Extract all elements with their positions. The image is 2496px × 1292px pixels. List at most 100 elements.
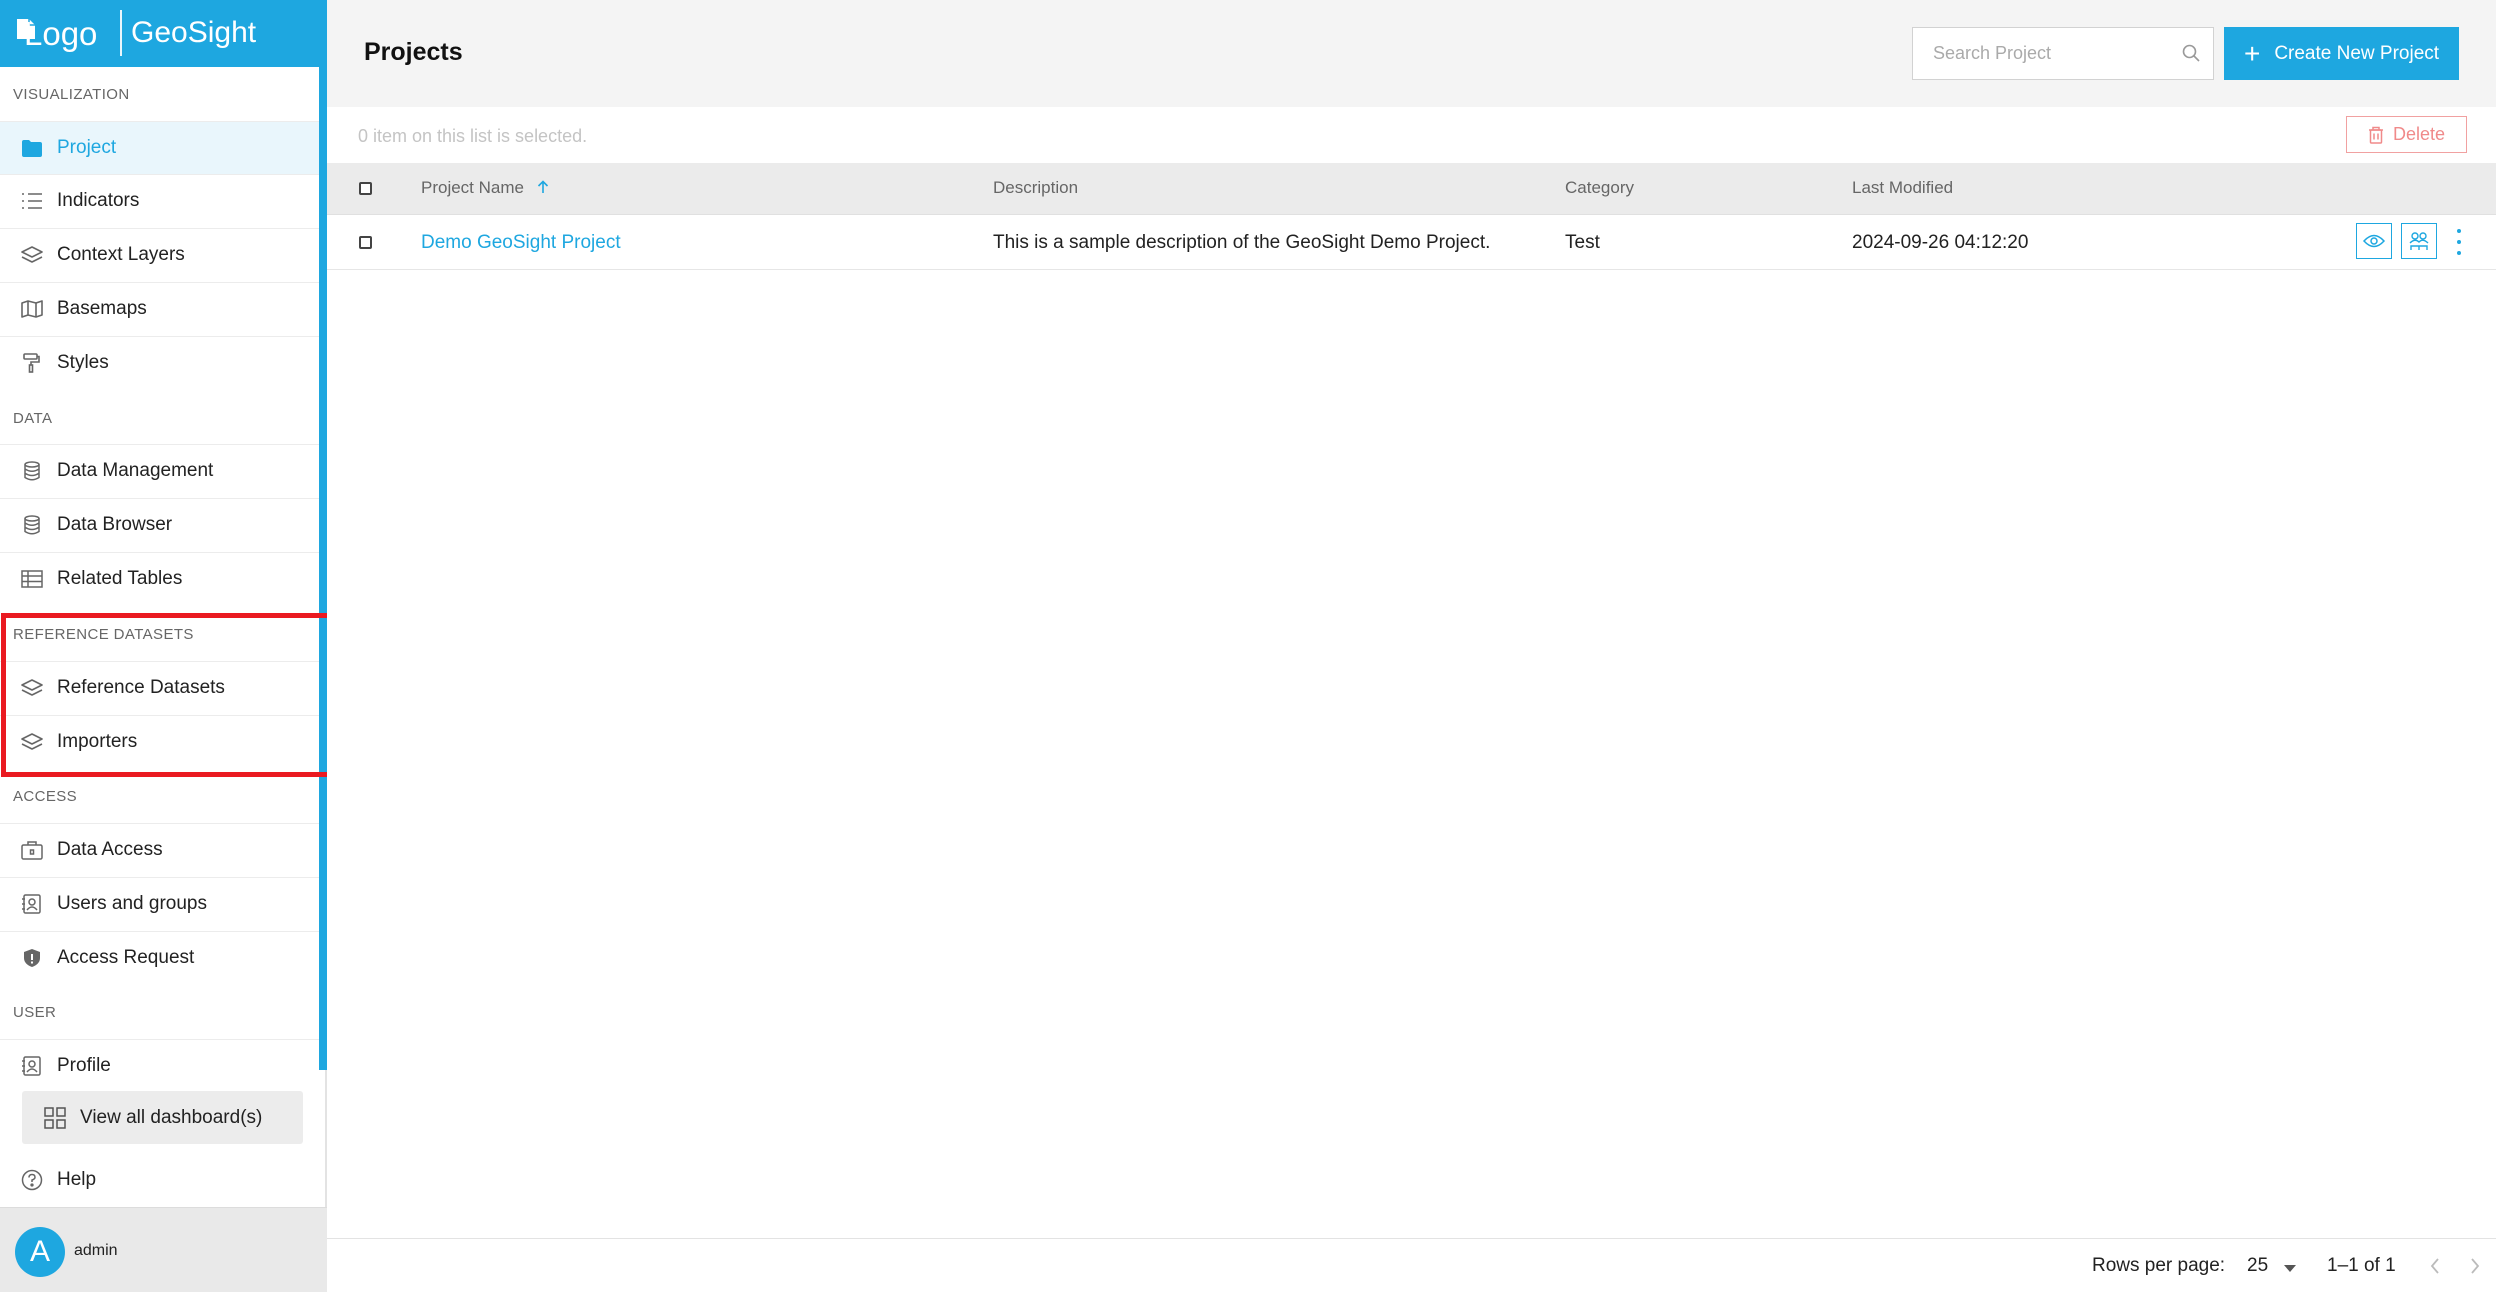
user-bar[interactable]: A admin (0, 1207, 327, 1292)
paint-roller-icon (21, 352, 43, 374)
folder-icon (21, 137, 43, 159)
shield-icon (21, 947, 43, 969)
column-header-project-name[interactable]: Project Name (421, 178, 549, 199)
delete-label: Delete (2392, 124, 2446, 144)
layers-icon (21, 677, 43, 699)
sidebar-item-data-management[interactable]: Data Management (0, 444, 322, 497)
sidebar-item-label: Importers (57, 731, 138, 752)
contact-icon (21, 893, 43, 915)
search-box[interactable] (1912, 27, 2214, 80)
project-last-modified: 2024-09-26 04:12:20 (1852, 232, 2029, 253)
table-row[interactable]: Demo GeoSight Project This is a sample d… (327, 215, 2496, 270)
more-options-icon[interactable] (2454, 229, 2464, 255)
section-title-data: DATA (13, 410, 53, 427)
sidebar-item-styles[interactable]: Styles (0, 336, 322, 389)
database-icon (21, 460, 43, 482)
sidebar-item-profile[interactable]: Profile (0, 1039, 322, 1092)
avatar[interactable]: A (15, 1227, 65, 1277)
select-all-checkbox[interactable] (359, 182, 372, 195)
sidebar-item-label: Data Management (57, 460, 214, 481)
sidebar-item-indicators[interactable]: Indicators (0, 174, 322, 227)
search-input[interactable] (1913, 28, 2163, 79)
sidebar-item-label: Data Browser (57, 514, 173, 535)
sidebar-item-label: Project (57, 137, 117, 158)
table-footer: Rows per page: 25 1–1 of 1 (327, 1238, 2496, 1292)
map-icon (21, 298, 43, 320)
layers-icon (21, 731, 43, 753)
selection-status: 0 item on this list is selected. (358, 126, 588, 146)
sidebar-item-reference-datasets[interactable]: Reference Datasets (0, 661, 322, 714)
page-title: Projects (364, 38, 463, 66)
user-name: admin (74, 1242, 118, 1259)
project-category: Test (1565, 232, 1600, 253)
contact-icon (21, 1055, 43, 1077)
column-header-last-modified[interactable]: Last Modified (1852, 178, 1953, 198)
sidebar-item-label: Profile (57, 1055, 111, 1076)
previous-page-button[interactable] (2423, 1253, 2447, 1279)
create-new-project-label: Create New Project (2274, 42, 2440, 64)
sidebar-item-context-layers[interactable]: Context Layers (0, 228, 322, 281)
sidebar-item-project[interactable]: Project (0, 121, 322, 174)
sidebar-item-label: Context Layers (57, 244, 185, 265)
selection-bar: 0 item on this list is selected. Delete (327, 107, 2496, 163)
sidebar-item-access-request[interactable]: Access Request (0, 931, 322, 984)
sidebar-item-data-access[interactable]: Data Access (0, 823, 322, 876)
sidebar-item-label: Indicators (57, 190, 140, 211)
rows-per-page-select[interactable]: 25 (2247, 1255, 2268, 1277)
sidebar-scrollbar[interactable] (319, 67, 327, 1070)
sidebar-item-help[interactable]: Help (0, 1153, 322, 1206)
sidebar-item-users-and-groups[interactable]: Users and groups (0, 877, 322, 930)
create-new-project-button[interactable]: + Create New Project (2224, 27, 2459, 80)
eye-icon (2363, 234, 2385, 248)
table-icon (21, 568, 43, 590)
project-description: This is a sample description of the GeoS… (993, 232, 1491, 253)
section-title-user: USER (13, 1004, 57, 1021)
view-all-dashboards-button[interactable]: View all dashboard(s) (22, 1091, 303, 1144)
delete-button[interactable]: Delete (2346, 116, 2467, 153)
column-header-label: Project Name (421, 178, 524, 197)
next-page-button[interactable] (2463, 1253, 2487, 1279)
sort-ascending-icon[interactable] (537, 179, 549, 199)
sidebar-item-label: Reference Datasets (57, 677, 225, 698)
logo-bar[interactable]: Logo GeoSight (0, 0, 327, 67)
row-checkbox[interactable] (359, 236, 372, 249)
app-name: GeoSight (131, 16, 257, 49)
help-icon (21, 1169, 43, 1191)
caret-down-icon[interactable] (2284, 1265, 2296, 1272)
trash-icon (2368, 126, 2384, 144)
sidebar-item-label: Styles (57, 352, 109, 373)
sidebar-item-importers[interactable]: Importers (0, 715, 322, 768)
pagination-range: 1–1 of 1 (2327, 1255, 2396, 1276)
project-users-button[interactable] (2401, 223, 2437, 259)
chevron-right-icon (2471, 1258, 2480, 1274)
page-header: Projects + Create New Project (327, 0, 2496, 107)
briefcase-lock-icon (21, 839, 43, 861)
logo-divider (120, 10, 122, 56)
rows-per-page-label: Rows per page: (2092, 1255, 2226, 1276)
view-project-button[interactable] (2356, 223, 2392, 259)
sidebar-item-label: Data Access (57, 839, 163, 860)
grid-icon (44, 1106, 66, 1129)
sidebar-item-basemaps[interactable]: Basemaps (0, 282, 322, 335)
view-all-dashboards-label: View all dashboard(s) (80, 1106, 263, 1128)
search-icon[interactable] (2181, 43, 2201, 68)
chevron-left-icon (2430, 1258, 2439, 1274)
section-title-visualization: VISUALIZATION (13, 86, 130, 103)
logo-text: Logo (24, 15, 98, 52)
users-icon (2409, 232, 2429, 250)
list-icon (21, 190, 43, 212)
database-icon (21, 514, 43, 536)
sidebar-item-label: Users and groups (57, 893, 207, 914)
sidebar-item-label: Basemaps (57, 298, 147, 319)
main-content: Projects + Create New Project 0 item on … (327, 0, 2496, 1292)
sidebar-item-data-browser[interactable]: Data Browser (0, 498, 322, 551)
sidebar-item-label: Access Request (57, 947, 195, 968)
plus-icon: + (2243, 37, 2261, 69)
sidebar-item-label: Related Tables (57, 568, 183, 589)
table-header: Project Name Description Category Last M… (327, 163, 2496, 215)
column-header-description[interactable]: Description (993, 178, 1078, 198)
project-name-link[interactable]: Demo GeoSight Project (421, 232, 621, 254)
sidebar-item-related-tables[interactable]: Related Tables (0, 552, 322, 605)
column-header-category[interactable]: Category (1565, 178, 1634, 198)
layers-icon (21, 244, 43, 266)
